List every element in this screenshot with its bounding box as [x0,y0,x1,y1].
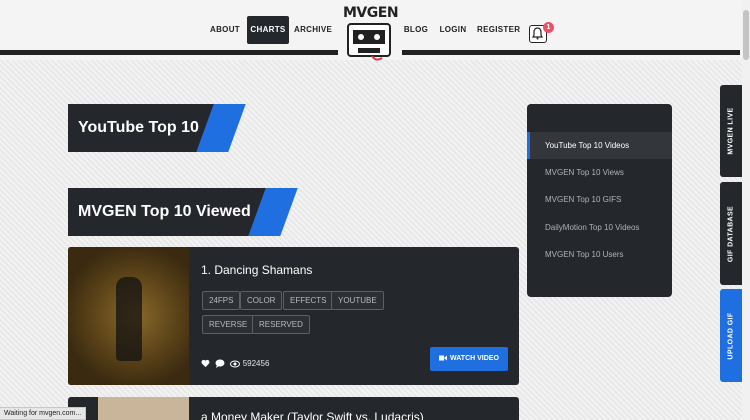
video-tag[interactable]: 24FPS [202,291,241,310]
status-bar: Waiting for mvgen.com... [0,407,87,420]
header-divider-right [402,50,740,55]
logo-text: MVGEN [343,5,399,21]
nav-archive[interactable]: ARCHIVE [294,16,332,44]
video-camera-icon [439,355,448,361]
tab-label: UPLOAD GIF [727,311,735,360]
side-menu-item-mvgen-gifs[interactable]: MVGEN Top 10 GIFS [527,186,672,213]
scrollbar-thumb[interactable] [743,10,749,60]
tab-label: GIF DATABASE [727,205,735,262]
watch-video-button[interactable]: WATCH VIDEO [430,347,508,371]
comment-icon[interactable] [215,359,225,369]
video-stats: 592456 [201,359,270,369]
nav-register[interactable]: REGISTER [477,16,520,44]
video-thumbnail[interactable] [98,397,189,420]
view-count: 592456 [242,359,270,368]
nav-charts[interactable]: CHARTS [247,16,289,44]
cassette-icon [347,23,391,61]
notification-badge: 1 [543,22,554,33]
charts-side-menu: YouTube Top 10 Videos MVGEN Top 10 Views… [527,104,672,297]
video-tag[interactable]: REVERSE [202,315,255,334]
eye-icon [230,360,241,368]
mvgen-live-tab[interactable]: MVGEN LIVE [720,85,742,177]
site-logo[interactable]: MVGEN [343,5,399,63]
side-menu-item-youtube-top10[interactable]: YouTube Top 10 Videos [527,132,672,159]
page-scrollbar[interactable] [742,0,750,420]
section-title: YouTube Top 10 [78,119,199,136]
thumbnail-figure [116,277,142,361]
gif-database-tab[interactable]: GIF DATABASE [720,182,742,285]
side-menu-item-dailymotion[interactable]: DailyMotion Top 10 Videos [527,214,672,241]
video-card[interactable]: 1. Dancing Shamans 24FPS COLOR EFFECTS Y… [68,247,519,385]
video-tag[interactable]: COLOR [240,291,283,310]
mvgen-top10-banner: MVGEN Top 10 Viewed [68,188,298,236]
youtube-top10-banner: YouTube Top 10 [68,104,248,152]
video-card[interactable]: a Money Maker (Taylor Swift vs. Ludacris… [68,397,519,420]
nav-blog[interactable]: BLOG [402,16,430,44]
video-tag[interactable]: RESERVED [252,315,310,334]
side-menu-item-mvgen-users[interactable]: MVGEN Top 10 Users [527,241,672,268]
watch-video-label: WATCH VIDEO [450,355,499,362]
heart-icon[interactable] [201,359,210,368]
nav-login[interactable]: LOGIN [438,16,468,44]
video-thumbnail[interactable] [68,247,189,385]
video-title[interactable]: 1. Dancing Shamans [201,263,312,277]
section-title: MVGEN Top 10 Viewed [78,203,251,220]
tab-label: MVGEN LIVE [727,107,735,155]
video-tag[interactable]: EFFECTS [283,291,334,310]
upload-gif-tab[interactable]: UPLOAD GIF [720,289,742,382]
video-tag[interactable]: YOUTUBE [331,291,384,310]
video-title[interactable]: a Money Maker (Taylor Swift vs. Ludacris… [201,410,424,420]
header-divider-left [0,50,338,55]
nav-about[interactable]: ABOUT [207,16,243,44]
side-menu-item-mvgen-views[interactable]: MVGEN Top 10 Views [527,159,672,186]
